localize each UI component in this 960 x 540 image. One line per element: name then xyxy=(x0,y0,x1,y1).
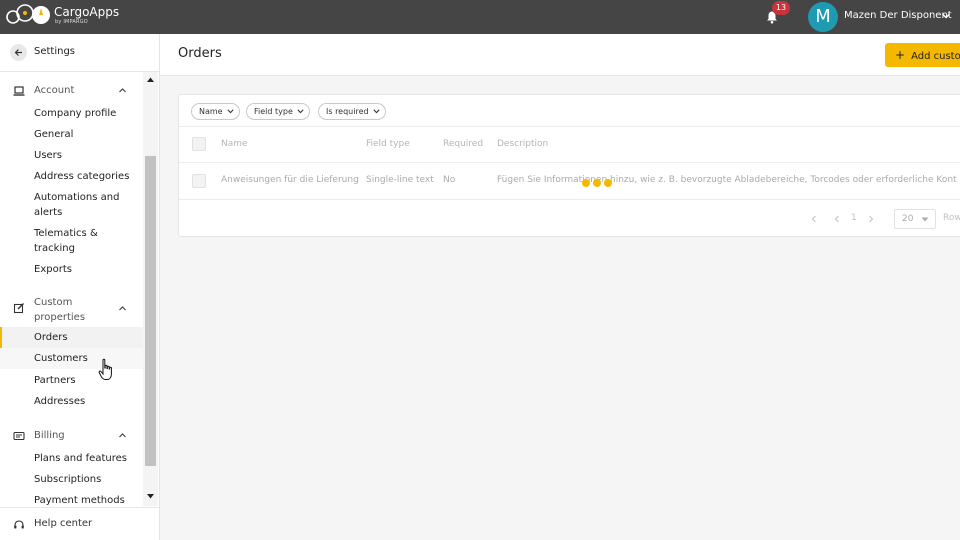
sidebar-item-customers[interactable]: Customers xyxy=(0,348,143,369)
page-header: Orders + Add custom xyxy=(160,34,960,76)
notification-badge: 13 xyxy=(772,1,790,15)
group-label: Custom properties xyxy=(34,297,86,323)
table-row[interactable]: Anweisungen für die Lieferung Single-lin… xyxy=(179,163,960,200)
group-label: Account xyxy=(34,85,75,96)
column-header-required[interactable]: Required xyxy=(443,139,483,149)
headset-icon xyxy=(14,520,24,529)
next-page-icon[interactable] xyxy=(867,215,875,223)
filter-name[interactable]: Name xyxy=(191,103,240,120)
sidebar-item-automations-alerts[interactable]: Automations and alerts xyxy=(0,190,140,220)
first-page-icon[interactable] xyxy=(810,215,818,223)
help-center-link[interactable]: Help center xyxy=(0,507,159,540)
pagination: 1 20 Row xyxy=(179,201,960,237)
cell-required: No xyxy=(443,175,456,185)
sidebar-item-address-categories[interactable]: Address categories xyxy=(0,169,143,184)
page-size-value: 20 xyxy=(902,214,914,224)
sidebar-nav: Account Company profile General Users Ad… xyxy=(0,72,159,506)
sidebar-item-addresses[interactable]: Addresses xyxy=(0,394,143,409)
filter-label: Name xyxy=(199,107,223,116)
top-bar: CargoApps by IMPARGO 13 M Mazen Der Disp… xyxy=(0,0,960,34)
caret-down-icon xyxy=(921,217,929,222)
settings-sidebar: Settings Account Company profile General… xyxy=(0,34,160,540)
sidebar-item-payment-methods[interactable]: Payment methods xyxy=(0,493,143,506)
chevron-down-icon xyxy=(227,109,234,114)
loading-indicator xyxy=(582,179,612,187)
filter-label: Field type xyxy=(254,107,293,116)
sidebar-item-plans-features[interactable]: Plans and features xyxy=(0,451,143,466)
sidebar-item-general[interactable]: General xyxy=(0,127,143,142)
table-header: Name Field type Required Description xyxy=(179,127,960,163)
previous-page-icon[interactable] xyxy=(833,215,841,223)
sidebar-item-users[interactable]: Users xyxy=(0,148,143,163)
help-center-label: Help center xyxy=(34,518,93,529)
chevron-down-icon xyxy=(297,109,304,114)
chevron-up-icon[interactable] xyxy=(118,431,127,440)
scrollbar-thumb[interactable] xyxy=(145,156,156,466)
sidebar-scrollbar[interactable] xyxy=(143,72,158,506)
arrow-left-icon xyxy=(14,49,22,56)
current-page[interactable]: 1 xyxy=(851,213,857,223)
back-button[interactable] xyxy=(10,44,27,61)
page-size-select[interactable]: 20 xyxy=(894,209,936,229)
group-label: Billing xyxy=(34,430,65,441)
filter-label: Is required xyxy=(326,107,369,116)
sidebar-item-subscriptions[interactable]: Subscriptions xyxy=(0,472,143,487)
filter-is-required[interactable]: Is required xyxy=(318,103,386,120)
brand-name: CargoApps xyxy=(54,5,120,19)
user-name[interactable]: Mazen Der Disponent xyxy=(844,10,952,21)
hand-pointer-cursor-icon xyxy=(98,358,112,380)
custom-properties-table: Name Field type Is required Name Field t… xyxy=(178,94,960,237)
plus-icon: + xyxy=(895,48,906,62)
chevron-down-icon[interactable] xyxy=(941,12,951,20)
column-header-description[interactable]: Description xyxy=(497,139,548,149)
add-button-label: Add custom xyxy=(911,51,960,62)
add-custom-property-button[interactable]: + Add custom xyxy=(885,43,960,67)
edit-icon xyxy=(13,303,24,314)
brand-subtitle: by IMPARGO xyxy=(55,19,88,25)
page-title: Orders xyxy=(178,46,222,61)
column-header-field-type[interactable]: Field type xyxy=(366,139,410,149)
row-checkbox[interactable] xyxy=(192,174,206,188)
rows-per-page-label: Row xyxy=(943,213,960,223)
chevron-up-icon[interactable] xyxy=(118,86,127,95)
cell-name: Anweisungen für die Lieferung xyxy=(221,175,359,185)
scroll-down-arrow-icon[interactable] xyxy=(146,493,155,500)
sidebar-item-partners[interactable]: Partners xyxy=(0,373,143,388)
sidebar-item-orders[interactable]: Orders xyxy=(0,327,143,348)
filter-bar: Name Field type Is required xyxy=(179,95,960,127)
cargoapps-logo[interactable] xyxy=(6,4,52,26)
user-avatar[interactable]: M xyxy=(808,2,838,32)
sidebar-item-company-profile[interactable]: Company profile xyxy=(0,106,143,121)
laptop-icon xyxy=(13,86,25,96)
select-all-checkbox[interactable] xyxy=(192,137,206,151)
filter-field-type[interactable]: Field type xyxy=(246,103,310,120)
scroll-up-arrow-icon[interactable] xyxy=(146,76,155,83)
chevron-up-icon[interactable] xyxy=(118,304,127,313)
settings-header: Settings xyxy=(0,34,159,72)
sidebar-item-exports[interactable]: Exports xyxy=(0,262,143,277)
cell-field-type: Single-line text xyxy=(366,175,434,185)
cell-description: Fügen Sie Informationen hinzu, wie z. B.… xyxy=(497,175,957,185)
column-header-name[interactable]: Name xyxy=(221,139,248,149)
billing-card-icon xyxy=(13,431,25,441)
chevron-down-icon xyxy=(372,109,380,114)
sidebar-item-telematics-tracking[interactable]: Telematics & tracking xyxy=(0,226,125,256)
settings-title: Settings xyxy=(34,46,76,57)
